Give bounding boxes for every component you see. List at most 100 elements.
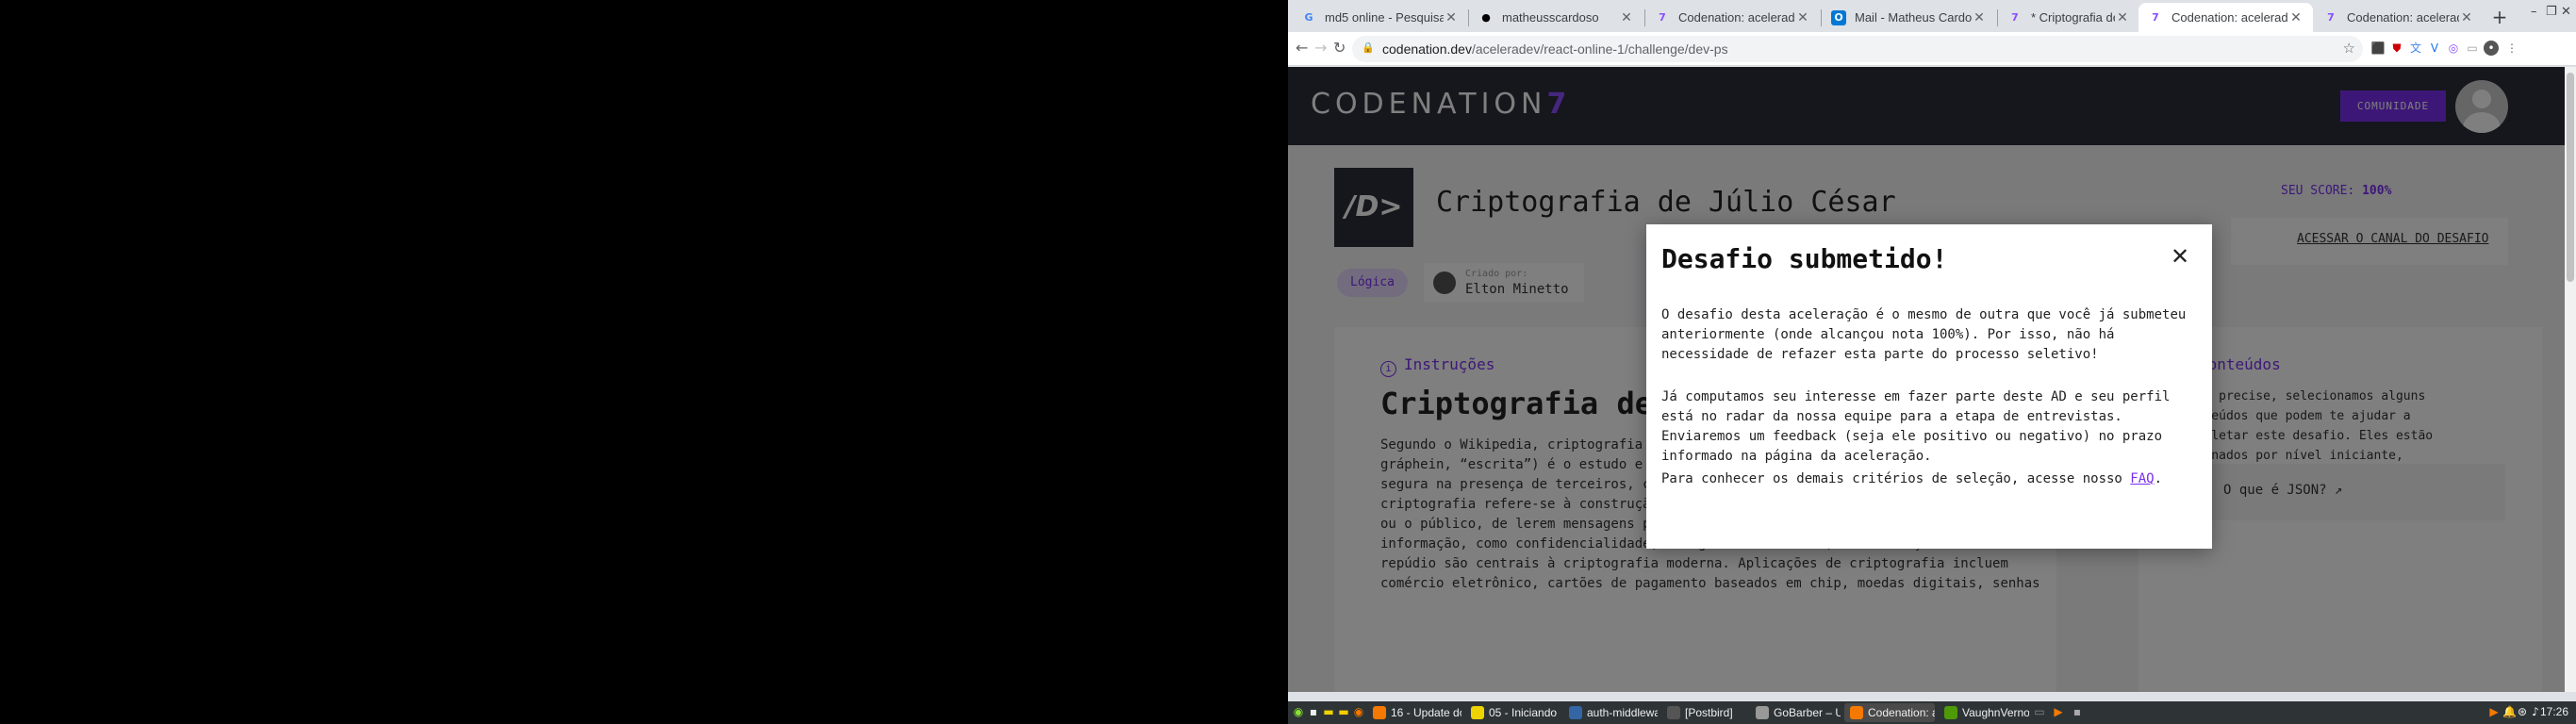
taskbar-item[interactable]: 16 - Update do... [1367, 703, 1461, 722]
extension-puzzle-icon[interactable]: ▭ [2465, 41, 2480, 56]
menu-kebab-icon[interactable]: ⋮ [2504, 41, 2519, 56]
outlook-icon: O [1831, 9, 1846, 25]
minimize-icon[interactable]: – [2531, 5, 2537, 19]
chrome-icon [1850, 706, 1863, 719]
scroll-thumb[interactable] [2567, 73, 2574, 282]
github-icon: ● [1481, 11, 1491, 24]
clock[interactable]: 17:26 [2540, 705, 2568, 718]
taskbar-item-label: 05 - Iniciando ... [1489, 706, 1560, 719]
tab-title: matheusscardoso [1502, 10, 1599, 25]
taskbar-item[interactable]: auth-middlewa... [1563, 703, 1658, 722]
chrome-icon [1944, 706, 1957, 719]
restore-icon[interactable]: ❐ [2546, 5, 2557, 19]
modal-p3-suffix: . [2154, 471, 2163, 486]
menu-icon[interactable]: ◉ [1292, 705, 1305, 718]
taskbar-item-label: [Postbird] [1685, 706, 1733, 719]
media-icon[interactable]: ▶ [2052, 705, 2065, 718]
tab-codenation-active[interactable]: 7 Codenation: aceleradev ✕ [2138, 3, 2313, 32]
submission-modal: Desafio submetido! ✕ O desafio desta ace… [1646, 224, 2212, 549]
window-icon [1756, 706, 1769, 719]
postbird-icon [1667, 706, 1680, 719]
taskbar: ◉ ▪ ▬ ▬ ◉ 16 - Update do... 05 - Inician… [1288, 701, 2576, 724]
forward-icon[interactable]: → [1314, 39, 1327, 57]
tab-outlook-mail[interactable]: O Mail - Matheus Cardoso ✕ [1822, 3, 1996, 32]
modal-paragraph-2: Já computamos seu interesse em fazer par… [1661, 389, 2171, 464]
codenation-icon: 7 [2152, 11, 2159, 24]
close-icon[interactable]: ✕ [1972, 10, 1987, 25]
taskbar-item[interactable]: VaughnVerno... [1939, 703, 2029, 722]
modal-p3-text: Para conhecer os demais critérios de sel… [1661, 471, 2131, 486]
tab-google-search[interactable]: G md5 online - Pesquisa Google ✕ [1292, 3, 1468, 32]
faq-link[interactable]: FAQ [2130, 471, 2154, 486]
codenation-icon: 7 [2327, 11, 2335, 24]
close-icon[interactable]: ✕ [1619, 10, 1634, 25]
back-icon[interactable]: ← [1296, 39, 1308, 57]
profile-avatar-icon[interactable]: • [2484, 41, 2499, 56]
tab-codenation-1[interactable]: 7 Codenation: aceleradev ✕ [1645, 3, 1820, 32]
reload-icon[interactable]: ↻ [1333, 39, 1346, 57]
app-icon[interactable]: ▪ [2071, 705, 2084, 718]
taskbar-item-label: VaughnVerno... [1962, 706, 2029, 719]
translate-icon[interactable]: 文 [2408, 41, 2423, 56]
close-icon[interactable]: ✕ [1795, 10, 1810, 25]
redux-icon[interactable]: ◎ [2446, 41, 2461, 56]
url-text[interactable]: codenation.dev/aceleradev/react-online-1… [1382, 41, 1728, 57]
terminal-icon[interactable]: ▪ [1307, 705, 1320, 718]
url-host: codenation.dev [1382, 41, 1472, 57]
taskbar-item[interactable]: [Postbird] [1661, 703, 1746, 722]
screen: G md5 online - Pesquisa Google ✕ ● mathe… [0, 0, 2576, 724]
files-icon[interactable]: ▬ [1337, 705, 1350, 718]
taskbar-item[interactable]: 05 - Iniciando ... [1465, 703, 1560, 722]
vue-devtools-icon[interactable]: V [2427, 41, 2442, 56]
google-icon: G [1304, 11, 1313, 24]
tab-title: * Criptografia de Júlio [2031, 10, 2115, 25]
ublock-icon[interactable]: ⛊ [2389, 41, 2404, 56]
address-bar[interactable]: 🔒 codenation.dev/aceleradev/react-online… [1352, 36, 2363, 62]
modal-paragraph-3: Para conhecer os demais critérios de sel… [1661, 469, 2199, 489]
taskbar-item-label: GoBarber – Up... [1774, 706, 1841, 719]
video-icon [1373, 706, 1386, 719]
vlc-icon[interactable]: ▶ [2487, 705, 2501, 718]
taskbar-item-active[interactable]: Codenation: ac... [1844, 703, 1935, 722]
tab-criptografia[interactable]: 7 * Criptografia de Júlio ✕ [1998, 3, 2139, 32]
url-path: /aceleradev/react-online-1/challenge/dev… [1471, 41, 1728, 57]
network-icon[interactable]: ⊛ [2516, 705, 2529, 718]
empty-monitor-area [0, 0, 1288, 724]
close-icon[interactable]: ✕ [2288, 10, 2304, 25]
taskbar-item[interactable]: GoBarber – Up... [1750, 703, 1841, 722]
tab-title: Codenation: aceleradev [1678, 10, 1795, 25]
tab-title: Codenation: aceleradev [2171, 10, 2288, 25]
lock-icon[interactable]: 🔒 [1362, 41, 1375, 54]
taskbar-item-label: auth-middlewa... [1587, 706, 1658, 719]
notification-icon[interactable]: 🔔 [2502, 705, 2517, 718]
browser-window: G md5 online - Pesquisa Google ✕ ● mathe… [1288, 0, 2576, 724]
chrome-icon[interactable]: ◉ [1352, 705, 1365, 718]
bookmark-star-icon[interactable]: ☆ [2343, 40, 2355, 57]
page-scrollbar[interactable] [2565, 67, 2576, 692]
browser-toolbar: ← → ↻ 🔒 codenation.dev/aceleradev/react-… [1288, 32, 2576, 66]
workspace-icon[interactable]: ▭ [2033, 705, 2046, 718]
close-icon[interactable]: ✕ [2115, 10, 2130, 25]
vscode-icon [1569, 706, 1582, 719]
modal-title: Desafio submetido! [1661, 243, 1948, 274]
tab-title: Codenation: aceleradev [2347, 10, 2459, 25]
close-icon[interactable]: ✕ [2167, 243, 2193, 270]
modal-paragraph-1: O desafio desta aceleração é o mesmo de … [1661, 307, 2187, 362]
page-viewport: CODENATION7 COMUNIDADE /D> Criptografia … [1288, 67, 2576, 692]
close-icon[interactable]: ✕ [2459, 10, 2474, 25]
tab-github[interactable]: ● matheusscardoso ✕ [1469, 3, 1643, 32]
tab-codenation-3[interactable]: 7 Codenation: aceleradev ✕ [2314, 3, 2484, 32]
codenation-icon: 7 [2011, 11, 2019, 24]
extension-icon[interactable]: ⬛ [2370, 41, 2386, 56]
new-tab-button[interactable]: + [2487, 5, 2512, 29]
tab-title: Mail - Matheus Cardoso [1855, 10, 1972, 25]
close-icon[interactable]: ✕ [1444, 10, 1459, 25]
tab-title: md5 online - Pesquisa Google [1325, 10, 1444, 25]
tab-strip: G md5 online - Pesquisa Google ✕ ● mathe… [1288, 0, 2576, 32]
taskbar-item-label: Codenation: ac... [1868, 706, 1935, 719]
codenation-icon: 7 [1659, 11, 1666, 24]
window-close-icon[interactable]: ✕ [2561, 5, 2571, 19]
taskbar-item-label: 16 - Update do... [1391, 706, 1461, 719]
folder-icon [1471, 706, 1484, 719]
folder-icon[interactable]: ▬ [1322, 705, 1335, 718]
